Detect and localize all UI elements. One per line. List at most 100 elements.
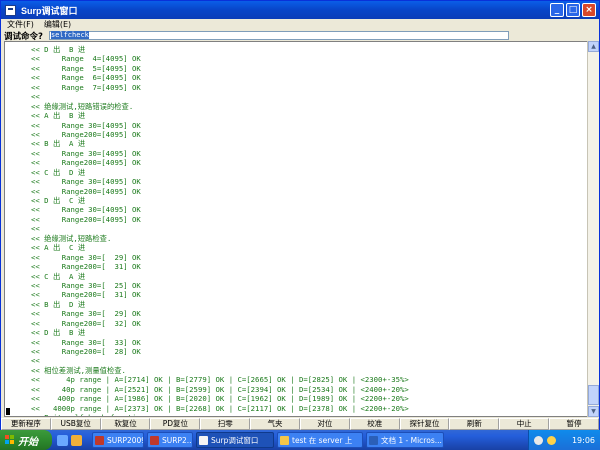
taskbar-task[interactable]: test 在 server 上 [277,432,363,448]
console-line: << Range200=[ 31] OK [31,262,141,272]
console-line: << Range 30=[ 29] OK [31,252,141,262]
console-output[interactable]: << D 出 B 进 << Range 4=[4095] OK << Range 5… [4,41,588,417]
scroll-down-icon[interactable]: ▼ [588,406,599,417]
task-label: SURP2009 [107,435,144,445]
console-line: << D 出 B 进 [31,328,86,338]
console-line: << Range200=[4095] OK [31,214,141,224]
console-line: << [31,224,40,234]
function-button[interactable]: 暂停 [549,418,599,430]
console-line: << 4p range | A=[2714] OK | B=[2779] OK … [31,375,409,385]
command-bar: 调试命令? selfcheck [1,30,599,42]
console-line: << 绝缘测试,短路错误的检查. [31,101,134,111]
task-label: SURP2... [162,435,193,445]
function-button[interactable]: 更新程序 [1,418,51,430]
task-app-icon [150,435,159,445]
task-buttons: SURP2009 SURP2... Surp调试窗口 test 在 server 上 文… [92,432,528,448]
console-line: << Range 30=[4095] OK [31,177,141,187]
text-cursor [6,408,10,415]
console-line: << 40p range | A=[2521] OK | B=[2599] OK… [31,384,409,394]
console-line: << Range 30=[ 29] OK [31,309,141,319]
console-line: << Range 30=[4095] OK [31,148,141,158]
console-line: << Range 4=[4095] OK [31,54,141,64]
function-button[interactable]: 刷新 [449,418,500,430]
function-button[interactable]: 扫零 [200,418,251,430]
console-line: << B 出 A 进 [31,139,86,149]
console-line: << Range200=[4095] OK [31,158,141,168]
task-label: test 在 server 上 [292,435,353,445]
console-line: << A 出 B 进 [31,111,86,121]
console-line: << 相位差测试,测量值检查. [31,365,126,375]
desktop-icon[interactable] [57,434,68,446]
function-button[interactable]: 探针复位 [399,418,450,430]
console-line: << C 出 D 进 [31,167,86,177]
console-lines: << D 出 B 进 << Range 4=[4095] OK << Range 5… [31,45,409,416]
console-line: << Range200=[4095] OK [31,129,141,139]
window-controls: _ □ × [550,3,596,17]
windows-logo-icon [5,435,15,445]
task-app-icon [95,435,104,445]
console-line: << C 出 A 进 [31,271,86,281]
console-line: << 4000p range | A=[2373] OK | B=[2268] … [31,403,409,413]
scroll-thumb[interactable] [588,385,599,405]
function-button[interactable]: 气夹 [250,418,300,430]
command-input[interactable]: selfcheck [48,31,509,40]
console-line: << Range 6=[4095] OK [31,73,141,83]
console-line: << [31,356,40,366]
function-button[interactable]: USB复位 [50,418,101,430]
console-line: << Range 7=[4095] OK [31,82,141,92]
volume-icon[interactable] [547,435,556,445]
vertical-scrollbar[interactable]: ▲ ▼ [587,41,599,417]
command-label: 调试命令? [4,31,43,42]
browser-icon[interactable] [71,434,82,446]
scroll-up-icon[interactable]: ▲ [588,41,599,52]
window-title: Surp调试窗口 [21,5,78,16]
function-button[interactable]: 软复位 [100,418,151,430]
maximize-button[interactable]: □ [566,3,580,17]
taskbar-task[interactable]: SURP2... [147,432,193,448]
console-line: << 绝缘测试,短路检查. [31,233,112,243]
console-line: << Range200=[ 32] OK [31,318,141,328]
console-line: << Range200=[ 31] OK [31,290,141,300]
function-button[interactable]: 校准 [349,418,400,430]
debug-window: Surp调试窗口 _ □ × 文件(F) 编辑(E) 调试命令? selfche… [0,0,600,430]
network-icon[interactable] [534,435,543,445]
console-line: << D 出 C 进 [31,196,86,205]
console-line: << B 出 D 进 [31,299,86,309]
console-line: << D 出 B 进 [31,45,86,54]
title-bar[interactable]: Surp调试窗口 _ □ × [1,1,599,19]
menu-file[interactable]: 文件(F) [7,19,34,30]
app-window-icon [5,4,16,16]
close-button[interactable]: × [582,3,596,17]
command-input-value: selfcheck [50,31,89,39]
console-line: << Range 30=[4095] OK [31,205,141,215]
console-line: << Exit selfcheck function. [31,413,409,416]
console-line: << Range 30=[ 25] OK [31,280,141,290]
console-line: << A 出 C 进 [31,243,86,253]
function-button-bar: 更新程序 USB复位 软复位 PD复位 扫零 气夹 对位 校准 探针复位 刷新 中止 暂停 [1,418,599,430]
task-app-icon [280,435,289,445]
taskbar-task[interactable]: SURP2009 [92,432,144,448]
console-line: << Range 5=[4095] OK [31,63,141,73]
quick-launch [52,434,92,446]
task-label: 文档 1 - Micros... [381,435,442,445]
task-app-icon [369,435,378,445]
start-button[interactable]: 开始 [0,430,52,450]
function-button[interactable]: 中止 [499,418,550,430]
start-label: 开始 [18,436,38,448]
console-line: << 400p range | A=[1986] OK | B=[2020] O… [31,394,409,404]
menu-edit[interactable]: 编辑(E) [44,19,71,30]
function-button[interactable]: 对位 [299,418,350,430]
function-button[interactable]: PD复位 [150,418,201,430]
console-line: << Range200=[ 28] OK [31,347,141,356]
taskbar-task[interactable]: 文档 1 - Micros... [366,432,444,448]
console-line: << Range200=[4095] OK [31,186,141,196]
taskbar-task[interactable]: Surp调试窗口 [196,432,274,448]
clock: 19:06 [571,435,595,445]
task-label: Surp调试窗口 [211,435,259,445]
console-line: << Range 30=[4095] OK [31,120,141,130]
minimize-button[interactable]: _ [550,3,564,17]
console-line: << [31,92,40,102]
menu-bar: 文件(F) 编辑(E) [1,19,599,30]
console-line: << Range 30=[ 33] OK [31,337,141,347]
taskbar: 开始 SURP2009 SURP2... Surp调试窗口 test 在 server… [0,430,600,450]
